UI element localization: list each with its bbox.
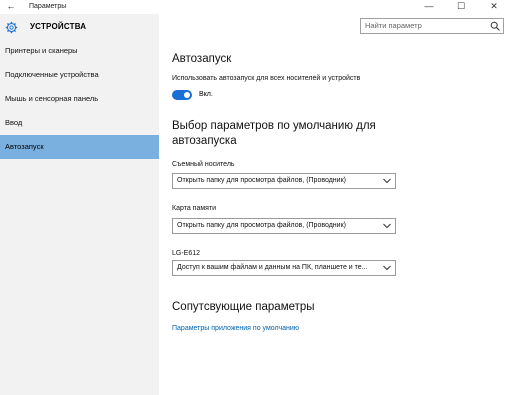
chevron-down-icon	[383, 265, 391, 271]
close-button[interactable]: ✕	[478, 0, 510, 14]
defaults-heading-line2: автозапуска	[172, 135, 237, 147]
maximize-button[interactable]: ☐	[445, 0, 477, 14]
chevron-down-icon	[383, 223, 391, 229]
chevron-down-icon	[383, 178, 391, 184]
dropdown-value: Открыть папку для просмотра файлов, (Про…	[177, 177, 346, 184]
search-icon[interactable]	[490, 21, 500, 31]
sidebar-item-connected-devices[interactable]: Подключенные устройства	[0, 63, 159, 87]
section-title: УСТРОЙСТВА	[30, 22, 87, 31]
sidebar-item-printers[interactable]: Принтеры и сканеры	[0, 39, 159, 63]
sidebar-item-mouse[interactable]: Мышь и сенсорная панель	[0, 87, 159, 111]
defaults-heading-line1: Выбор параметров по умолчанию для	[172, 120, 376, 132]
back-button[interactable]: ←	[0, 0, 22, 14]
gear-icon	[5, 21, 18, 34]
dropdown-value: Доступ к вашим файлам и данным на ПК, пл…	[177, 264, 368, 271]
main-panel: Найти параметр Автозапуск Использовать а…	[159, 14, 510, 395]
sidebar-header: УСТРОЙСТВА	[0, 14, 159, 40]
toggle-state-label: Вкл.	[199, 91, 213, 98]
autoplay-description: Использовать автозапуск для всех носител…	[172, 75, 361, 82]
dropdown-value: Открыть папку для просмотра файлов, (Про…	[177, 222, 346, 229]
device-lg-select[interactable]: Доступ к вашим файлам и данным на ПК, пл…	[172, 260, 396, 276]
default-apps-link[interactable]: Параметры приложения по умолчанию	[172, 324, 299, 334]
related-settings-heading: Сопутсвующие параметры	[172, 301, 315, 313]
device-lg-label: LG-E612	[172, 250, 201, 257]
memory-card-label: Карта памяти	[172, 205, 217, 212]
sidebar: УСТРОЙСТВА Принтеры и сканеры Подключенн…	[0, 14, 159, 395]
autoplay-toggle[interactable]	[172, 90, 192, 100]
sidebar-item-autoplay[interactable]: Автозапуск	[0, 135, 159, 159]
search-input[interactable]: Найти параметр	[360, 18, 504, 34]
memory-card-select[interactable]: Открыть папку для просмотра файлов, (Про…	[172, 218, 396, 234]
autoplay-heading: Автозапуск	[172, 53, 232, 65]
removable-drive-select[interactable]: Открыть папку для просмотра файлов, (Про…	[172, 173, 396, 189]
search-placeholder: Найти параметр	[365, 21, 422, 30]
sidebar-item-typing[interactable]: Ввод	[0, 111, 159, 135]
minimize-button[interactable]: —	[413, 0, 445, 14]
window-title: Параметры	[29, 3, 67, 10]
removable-drive-label: Съемный носитель	[172, 161, 235, 168]
toggle-knob	[184, 92, 190, 98]
title-bar: ← Параметры — ☐ ✕	[0, 0, 510, 14]
